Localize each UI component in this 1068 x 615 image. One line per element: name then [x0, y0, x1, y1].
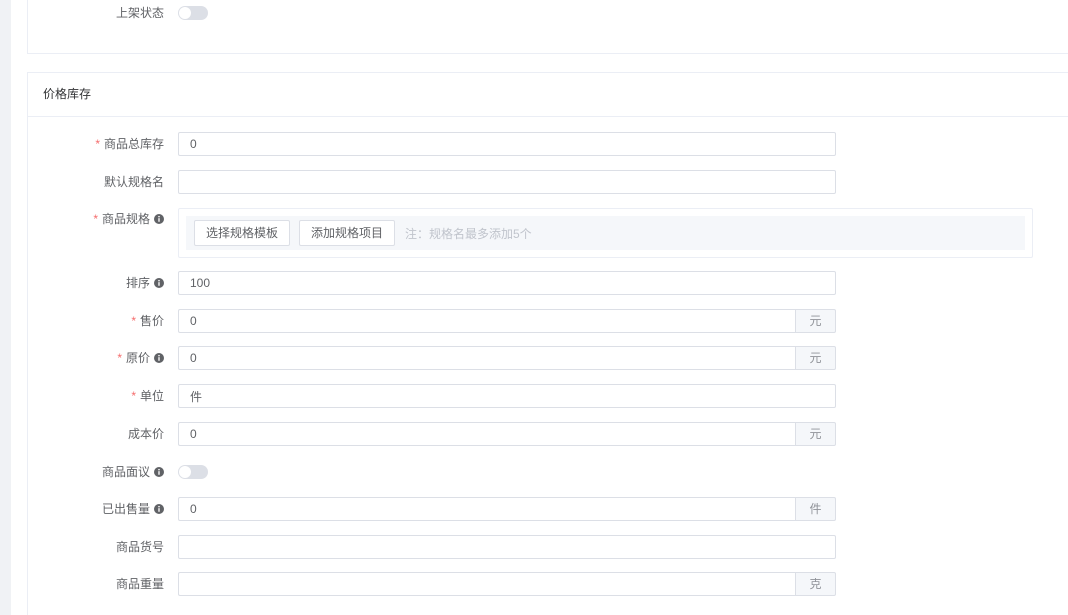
sold-count-input[interactable] [178, 497, 795, 521]
sold-count-unit-addon: 件 [795, 497, 836, 521]
label-price: * 售价 [30, 309, 164, 333]
label-text: 已出售量 [101, 502, 150, 516]
form-item-weight: 商品重量 克 [0, 572, 1068, 596]
label-total-stock: * 商品总库存 [30, 132, 164, 156]
spec-toolbar: 选择规格模板 添加规格项目 注：规格名最多添加5个 [186, 216, 1025, 250]
label-spec: * 商品规格 [30, 207, 164, 231]
toggle-knob [179, 466, 191, 478]
info-icon[interactable] [154, 353, 164, 363]
label-text: 售价 [139, 314, 164, 328]
label-sku-code: 商品货号 [30, 535, 164, 559]
form-item-spec: * 商品规格 选择规格模板 添加规格项目 注：规格名最多添加5个 [0, 207, 1068, 258]
page-side-strip [0, 0, 11, 615]
status-toggle[interactable] [178, 6, 208, 20]
price-input-group: 元 [178, 309, 836, 333]
default-spec-name-input[interactable] [178, 170, 836, 194]
label-text: 原价 [125, 351, 150, 365]
sku-code-input[interactable] [178, 535, 836, 559]
form-item-sold-count: 已出售量 件 [0, 497, 1068, 521]
label-text: 商品重量 [115, 577, 164, 591]
label-cost-price: 成本价 [30, 422, 164, 446]
form-item-cost-price: 成本价 元 [0, 422, 1068, 446]
label-text: 商品面议 [101, 465, 150, 479]
info-icon[interactable] [154, 214, 164, 224]
form-item-sku-code: 商品货号 [0, 535, 1068, 559]
required-asterisk: * [131, 314, 136, 328]
label-sold-count: 已出售量 [30, 497, 164, 521]
form-item-sort: 排序 [0, 271, 1068, 295]
total-stock-input[interactable] [178, 132, 836, 156]
weight-unit-addon: 克 [795, 572, 836, 596]
negotiable-toggle[interactable] [178, 465, 208, 479]
label-text: 商品规格 [101, 212, 150, 226]
weight-input[interactable] [178, 572, 795, 596]
required-asterisk: * [95, 137, 100, 151]
required-asterisk: * [131, 389, 136, 403]
original-price-input-group: 元 [178, 346, 836, 370]
label-weight: 商品重量 [30, 572, 164, 596]
weight-input-group: 克 [178, 572, 836, 596]
form-item-negotiable: 商品面议 [0, 460, 1068, 484]
section-title: 价格库存 [43, 87, 92, 101]
form-item-original-price: *原价 元 [0, 346, 1068, 370]
label-default-spec-name: 默认规格名 [30, 170, 164, 194]
label-text: 单位 [139, 389, 164, 403]
label-text: 上架状态 [115, 6, 164, 20]
cost-price-input-group: 元 [178, 422, 836, 446]
form-item-unit: * 单位 [0, 384, 1068, 408]
cost-price-unit-addon: 元 [795, 422, 836, 446]
cost-price-input[interactable] [178, 422, 795, 446]
label-text: 排序 [125, 276, 150, 290]
label-sort: 排序 [30, 271, 164, 295]
required-asterisk: * [117, 351, 122, 365]
price-unit-addon: 元 [795, 309, 836, 333]
card-header: 价格库存 [28, 73, 1068, 117]
form-item-default-spec-name: 默认规格名 [0, 170, 1068, 194]
label-unit: * 单位 [30, 384, 164, 408]
label-text: 成本价 [127, 427, 164, 441]
info-icon[interactable] [154, 467, 164, 477]
form-item-status: 上架状态 [0, 1, 1068, 25]
info-icon[interactable] [154, 504, 164, 514]
form-item-total-stock: * 商品总库存 [0, 132, 1068, 156]
sort-input[interactable] [178, 271, 836, 295]
label-text: 商品货号 [115, 540, 164, 554]
form-item-price: *售价 元 [0, 309, 1068, 333]
label-text: 默认规格名 [103, 175, 164, 189]
add-spec-item-button[interactable]: 添加规格项目 [299, 220, 395, 246]
info-icon[interactable] [154, 278, 164, 288]
original-price-input[interactable] [178, 346, 795, 370]
label-text: 商品总库存 [103, 137, 164, 151]
unit-input[interactable] [178, 384, 836, 408]
label-status: 上架状态 [30, 1, 164, 25]
select-spec-template-button[interactable]: 选择规格模板 [194, 220, 290, 246]
label-negotiable: 商品面议 [30, 460, 164, 484]
required-asterisk: * [93, 212, 98, 226]
toggle-knob [179, 7, 191, 19]
sold-count-input-group: 件 [178, 497, 836, 521]
spec-box: 选择规格模板 添加规格项目 注：规格名最多添加5个 [178, 208, 1033, 258]
label-original-price: * 原价 [30, 346, 164, 370]
spec-note: 注：规格名最多添加5个 [405, 226, 532, 241]
original-price-unit-addon: 元 [795, 346, 836, 370]
price-input[interactable] [178, 309, 795, 333]
